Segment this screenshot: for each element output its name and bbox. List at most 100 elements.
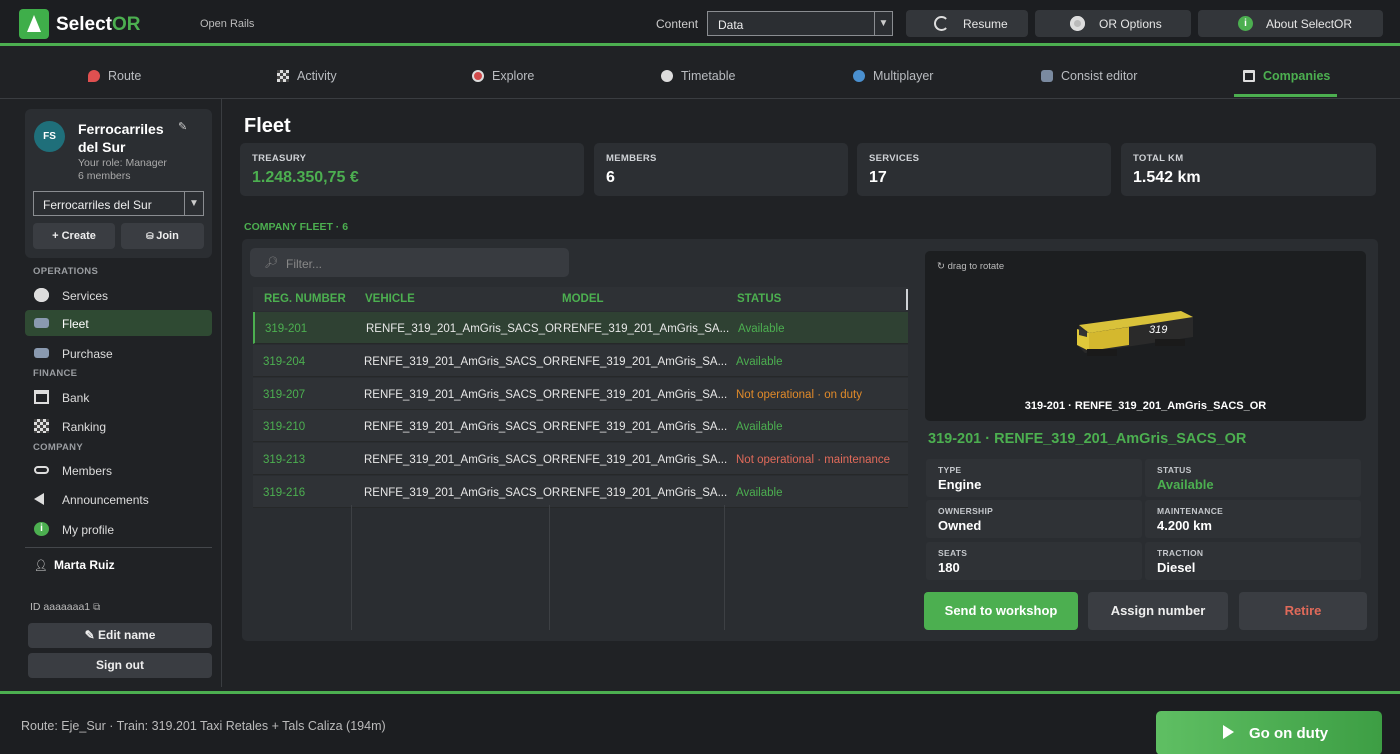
detail-traction: TRACTION Diesel xyxy=(1145,542,1361,580)
cell-reg-number: 319-210 xyxy=(263,421,306,434)
detail-value: Engine xyxy=(938,477,982,492)
cell-model: RENFE_319_201_AmGris_SA... xyxy=(561,388,728,401)
sign-out-button[interactable]: Sign out xyxy=(28,653,212,678)
pencil-icon: ✎ xyxy=(84,628,99,642)
join-company-button[interactable]: ⛁ Join xyxy=(121,223,204,249)
cell-reg-number: 319-216 xyxy=(263,487,306,499)
sidebar-item-my-profile[interactable]: i My profile xyxy=(25,516,212,542)
cell-vehicle: RENFE_319_201_AmGris_SACS_OR xyxy=(364,454,561,467)
stat-value: 6 xyxy=(606,169,615,186)
sidebar-item-members[interactable]: Members xyxy=(25,457,212,483)
send-to-workshop-button[interactable]: Send to workshop xyxy=(924,592,1078,630)
detail-value: Diesel xyxy=(1157,560,1196,575)
cell-model: RENFE_319_201_AmGris_SA... xyxy=(561,355,728,368)
stat-total-km: TOTAL KM 1.542 km xyxy=(1121,143,1376,196)
cell-vehicle: RENFE_319_201_AmGris_SACS_OR xyxy=(366,323,563,335)
table-header: REG. NUMBER VEHICLE MODEL STATUS xyxy=(253,287,908,311)
checkered-flag-icon xyxy=(277,70,289,82)
table-row[interactable]: 319-204 RENFE_319_201_AmGris_SACS_OR RENFE… xyxy=(253,344,908,377)
sidebar-divider xyxy=(25,547,212,548)
resume-icon xyxy=(934,16,949,31)
detail-label: STATUS xyxy=(1157,465,1192,475)
detail-label: SEATS xyxy=(938,548,968,558)
table-row[interactable]: 319-216 RENFE_319_201_AmGris_SACS_OR RENFE… xyxy=(253,476,908,508)
sidebar-item-fleet[interactable]: Fleet xyxy=(25,310,212,336)
company-card: FS Ferrocarriles del Sur ✎ Your role: Ma… xyxy=(25,109,212,258)
chevron-down-icon: ▼ xyxy=(184,192,203,215)
go-on-duty-button[interactable]: Go on duty xyxy=(1156,711,1382,754)
detail-value: Owned xyxy=(938,518,982,533)
tab-multiplayer[interactable]: Multiplayer xyxy=(853,69,933,83)
edit-name-button[interactable]: ✎ Edit name xyxy=(28,623,212,648)
info-icon: i xyxy=(1238,16,1253,31)
table-row[interactable]: 319-213 RENFE_319_201_AmGris_SACS_OR RENFE… xyxy=(253,443,908,476)
cell-reg-number: 319-213 xyxy=(263,454,306,467)
assign-number-button[interactable]: Assign number xyxy=(1088,592,1228,630)
company-members-count: 6 members xyxy=(78,170,131,182)
tab-route[interactable]: Route xyxy=(88,69,141,83)
tab-companies[interactable]: Companies xyxy=(1243,69,1330,83)
resume-button-label: Resume xyxy=(963,17,1008,31)
vehicle-detail-title: 319-201 · RENFE_319_201_AmGris_SACS_OR xyxy=(928,431,1247,447)
column-divider xyxy=(351,505,352,630)
user-name: Marta Ruiz xyxy=(54,558,115,572)
column-header-reg-number[interactable]: REG. NUMBER xyxy=(264,293,346,305)
cell-model: RENFE_319_201_AmGris_SA... xyxy=(561,454,728,467)
create-company-button[interactable]: + Create xyxy=(33,223,115,249)
user-id: ID aaaaaaa1 ⧉ xyxy=(30,601,101,613)
sidebar-item-announcements[interactable]: Announcements xyxy=(25,486,212,512)
content-select-value: Data xyxy=(718,18,744,32)
sidebar-item-bank[interactable]: Bank xyxy=(25,384,212,410)
page-title: Fleet xyxy=(244,115,291,137)
sidebar-item-services[interactable]: Services xyxy=(25,282,212,308)
about-button[interactable]: i About SelectOR xyxy=(1198,10,1383,37)
company-select[interactable]: Ferrocarriles del Sur ▼ xyxy=(33,191,204,216)
table-row[interactable]: 319-201 RENFE_319_201_AmGris_SACS_OR RENFE… xyxy=(253,312,908,344)
or-options-button-label: OR Options xyxy=(1099,17,1162,31)
cell-status: Not operational · maintenance xyxy=(736,454,891,467)
map-pin-icon xyxy=(88,70,100,82)
company-select-value: Ferrocarriles del Sur xyxy=(43,198,152,212)
stat-label: TOTAL KM xyxy=(1133,153,1184,164)
detail-value: 4.200 km xyxy=(1157,518,1212,533)
globe-icon xyxy=(853,70,865,82)
clock-icon xyxy=(34,288,49,302)
cell-reg-number: 319-201 xyxy=(265,323,308,335)
stat-services: SERVICES 17 xyxy=(857,143,1111,196)
filter-input[interactable]: 🔎︎ Filter... xyxy=(250,248,569,277)
info-icon: i xyxy=(34,522,49,536)
column-header-model[interactable]: MODEL xyxy=(562,293,604,305)
table-row[interactable]: 319-207 RENFE_319_201_AmGris_SACS_OR RENFE… xyxy=(253,377,908,410)
tab-consist-editor[interactable]: Consist editor xyxy=(1041,69,1137,83)
table-scrollbar[interactable] xyxy=(906,289,908,310)
user-icon: 👤︎ xyxy=(34,560,48,572)
tab-explore[interactable]: Explore xyxy=(472,69,534,83)
company-avatar: FS xyxy=(34,121,65,152)
edit-pencil-icon[interactable]: ✎ xyxy=(178,120,187,133)
detail-seats: SEATS 180 xyxy=(926,542,1142,580)
stat-treasury: TREASURY 1.248.350,75 € xyxy=(240,143,584,196)
column-divider xyxy=(549,505,550,630)
active-tab-indicator xyxy=(1234,94,1337,97)
company-role: Your role: Manager xyxy=(78,157,167,169)
train-icon xyxy=(34,318,49,328)
company-fleet-label: COMPANY FLEET · 6 xyxy=(244,221,349,233)
column-header-vehicle[interactable]: VEHICLE xyxy=(365,293,415,305)
retire-button[interactable]: Retire xyxy=(1239,592,1367,630)
sidebar-item-ranking[interactable]: Ranking xyxy=(25,413,212,439)
column-header-status[interactable]: STATUS xyxy=(737,293,781,305)
vehicle-3d-preview[interactable]: ↻ drag to rotate 319 319-201 · RENFE_319… xyxy=(925,251,1366,421)
or-options-button[interactable]: OR Options xyxy=(1035,10,1191,37)
tab-activity[interactable]: Activity xyxy=(277,69,337,83)
cell-reg-number: 319-207 xyxy=(263,388,306,401)
copy-icon[interactable]: ⧉ xyxy=(93,602,100,613)
search-icon: 🔎︎ xyxy=(264,257,278,269)
cell-model: RENFE_319_201_AmGris_SA... xyxy=(561,487,728,499)
table-row[interactable]: 319-210 RENFE_319_201_AmGris_SACS_OR RENFE… xyxy=(253,410,908,443)
sidebar-item-purchase[interactable]: Purchase xyxy=(25,340,212,366)
detail-maintenance: MAINTENANCE 4.200 km xyxy=(1145,500,1361,538)
resume-button[interactable]: Resume xyxy=(906,10,1028,37)
content-select[interactable]: Data ▼ xyxy=(707,11,893,36)
tab-timetable[interactable]: Timetable xyxy=(661,69,735,83)
detail-label: OWNERSHIP xyxy=(938,506,994,516)
